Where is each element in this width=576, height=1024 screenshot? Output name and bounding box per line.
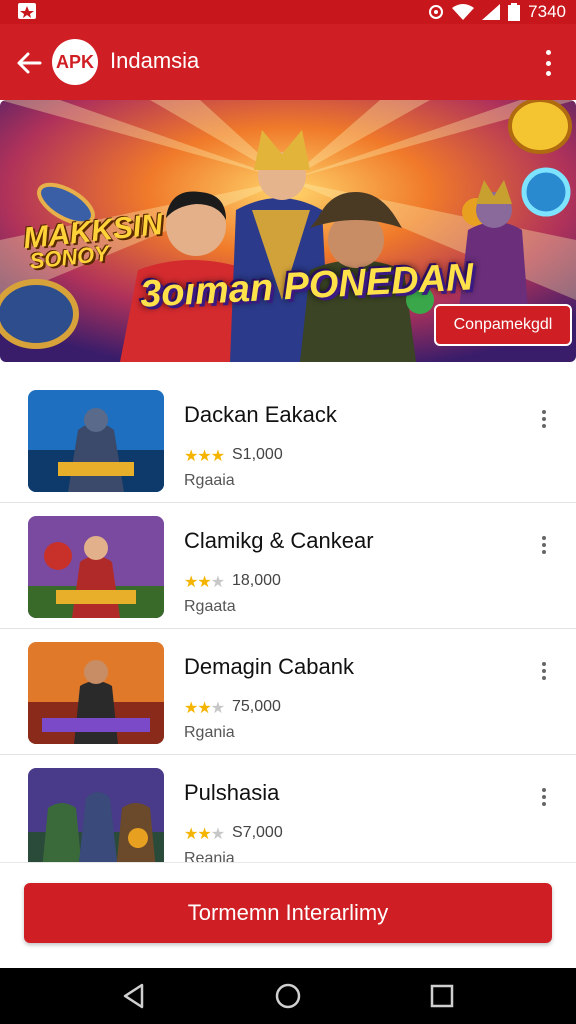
download-count: S7,000 — [232, 824, 283, 841]
item-more-icon[interactable] — [540, 536, 548, 554]
list-item[interactable]: Dackan Eakack ★★★ S1,000 Rgaaia — [0, 376, 576, 503]
download-count: 18,000 — [232, 572, 281, 589]
nav-home-icon[interactable] — [274, 982, 302, 1010]
app-tag: Rgaata — [184, 598, 236, 615]
back-arrow-icon[interactable] — [14, 48, 44, 78]
app-tag: Rgaaia — [184, 472, 235, 489]
item-more-icon[interactable] — [540, 410, 548, 428]
app-title: Indamsia — [110, 48, 200, 73]
list-item[interactable]: Clamikg & Cankear ★★★ 18,000 Rgaata — [0, 502, 576, 629]
app-tag: Reania — [184, 850, 235, 862]
primary-action-button[interactable]: Tormemn Interarlimy — [24, 883, 552, 943]
app-thumbnail — [28, 642, 164, 744]
download-count: S1,000 — [232, 446, 283, 463]
app-thumbnail — [28, 390, 164, 492]
app-logo: APK — [52, 39, 98, 85]
app-bar: APK Indamsia — [0, 24, 576, 100]
notification-icon — [18, 3, 36, 19]
rating-stars: ★★★ — [184, 574, 225, 591]
rating-stars: ★★★ — [184, 700, 225, 717]
nav-back-icon[interactable] — [120, 982, 148, 1010]
app-tag: Rgania — [184, 724, 235, 741]
app-name: Clamikg & Cankear — [184, 528, 374, 553]
location-icon — [429, 5, 444, 19]
download-count: 75,000 — [232, 698, 281, 715]
app-thumbnail — [28, 516, 164, 618]
app-thumbnail — [28, 768, 164, 862]
nav-recents-icon[interactable] — [428, 982, 456, 1010]
status-time: 7340 — [528, 2, 566, 21]
item-more-icon[interactable] — [540, 662, 548, 680]
app-name: Dackan Eakack — [184, 402, 337, 427]
signal-icon — [482, 4, 501, 20]
rating-stars: ★★★ — [184, 448, 225, 465]
list-item[interactable]: Pulshasia ★★★ S7,000 Reania — [0, 754, 576, 862]
app-list: Dackan Eakack ★★★ S1,000 Rgaaia Clamikg … — [0, 376, 576, 862]
overflow-menu-icon[interactable] — [538, 50, 558, 76]
battery-icon — [508, 3, 521, 21]
item-more-icon[interactable] — [540, 788, 548, 806]
bottom-action-area: Tormemn Interarlimy — [0, 862, 576, 969]
system-nav-bar — [0, 968, 576, 1024]
list-item[interactable]: Demagin Cabank ★★★ 75,000 Rgania — [0, 628, 576, 755]
rating-stars: ★★★ — [184, 826, 225, 843]
status-bar: 7340 — [0, 0, 576, 24]
banner-action-button[interactable]: Conpamekgdl — [434, 304, 572, 346]
app-name: Demagin Cabank — [184, 654, 354, 679]
app-name: Pulshasia — [184, 780, 280, 805]
wifi-icon — [452, 4, 475, 20]
